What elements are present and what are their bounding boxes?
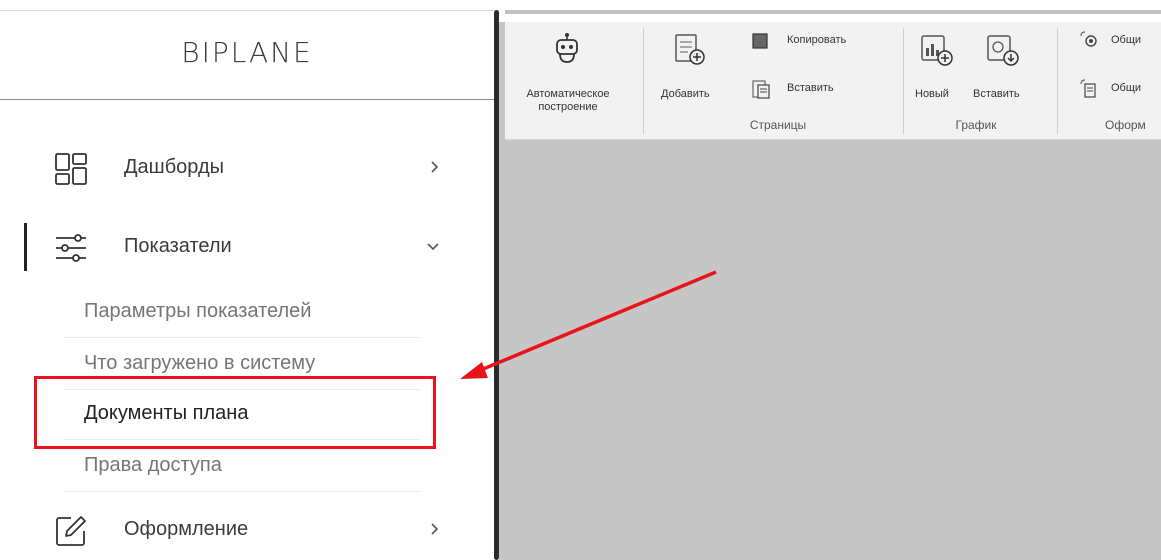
main-canvas[interactable]: Автоматическое построение Добавить Копир… <box>499 0 1161 560</box>
ribbon-tab-line <box>505 10 1161 14</box>
sidebar-item-label: Показатели <box>124 235 232 257</box>
group-separator <box>903 28 904 134</box>
sidebar-item-indicators[interactable]: Показатели <box>0 223 470 271</box>
submenu-item-indicator-params[interactable]: Параметры показателей <box>64 286 420 338</box>
paste-chart-icon <box>987 35 1019 66</box>
robot-icon <box>556 33 578 63</box>
paste-page-button[interactable]: Вставить <box>747 78 887 102</box>
design-group-label: Оформ <box>1105 118 1146 132</box>
auto-build-label-line1: Автоматическое <box>526 88 610 100</box>
add-page-button[interactable]: Добавить <box>653 28 725 108</box>
group-separator <box>1057 28 1058 134</box>
sidebar-item-dashboards[interactable]: Дашборды <box>0 144 470 192</box>
paste-page-label: Вставить <box>787 82 834 94</box>
auto-build-button[interactable]: Автоматическое построение <box>505 28 631 128</box>
design-general-button-2[interactable]: Общи <box>1075 78 1161 102</box>
sliders-icon <box>56 234 86 262</box>
pages-group-label: Страницы <box>749 118 807 132</box>
sidebar-item-label: Оформление <box>124 518 249 540</box>
chevron-down-icon <box>427 243 439 251</box>
sidebar: BIPLANE Дашборды Показатели Параметры по… <box>0 0 494 560</box>
design-general-button-1[interactable]: Общи <box>1075 30 1161 54</box>
chevron-right-icon <box>431 523 439 535</box>
design-general-label-1: Общи <box>1111 34 1142 46</box>
sidebar-item-design[interactable]: Оформление <box>0 506 470 554</box>
group-separator <box>643 28 644 134</box>
new-chart-button[interactable]: Новый <box>909 28 965 108</box>
app-logo[interactable]: BIPLANE <box>0 36 494 69</box>
sidebar-top-border <box>0 10 494 11</box>
copy-page-label: Копировать <box>787 34 847 46</box>
chart-group-label: График <box>955 118 997 132</box>
sidebar-item-label: Дашборды <box>124 156 224 178</box>
auto-build-label-line2: построение <box>538 101 598 113</box>
gear-icon <box>1080 31 1097 47</box>
logo-divider <box>0 99 494 100</box>
highlight-box <box>34 376 436 449</box>
submenu-item-label: Права доступа <box>84 454 222 476</box>
paste-chart-label: Вставить <box>973 88 1020 100</box>
new-chart-icon <box>921 35 953 66</box>
ribbon-toolbar: Автоматическое построение Добавить Копир… <box>505 22 1161 140</box>
copy-page-button[interactable]: Копировать <box>747 30 887 54</box>
submenu-item-label: Параметры показателей <box>84 300 312 322</box>
design-general-label-2: Общи <box>1111 82 1142 94</box>
paste-icon <box>752 80 770 99</box>
edit-icon <box>56 516 86 546</box>
submenu-item-label: Что загружено в систему <box>84 352 316 374</box>
new-chart-label: Новый <box>915 88 949 100</box>
copy-icon <box>752 33 768 49</box>
add-page-label: Добавить <box>661 88 710 100</box>
paste-style-icon <box>1080 79 1096 98</box>
chevron-right-icon <box>431 161 439 173</box>
dashboard-icon <box>55 153 87 185</box>
add-page-icon <box>675 34 705 65</box>
paste-chart-button[interactable]: Вставить <box>969 28 1041 108</box>
